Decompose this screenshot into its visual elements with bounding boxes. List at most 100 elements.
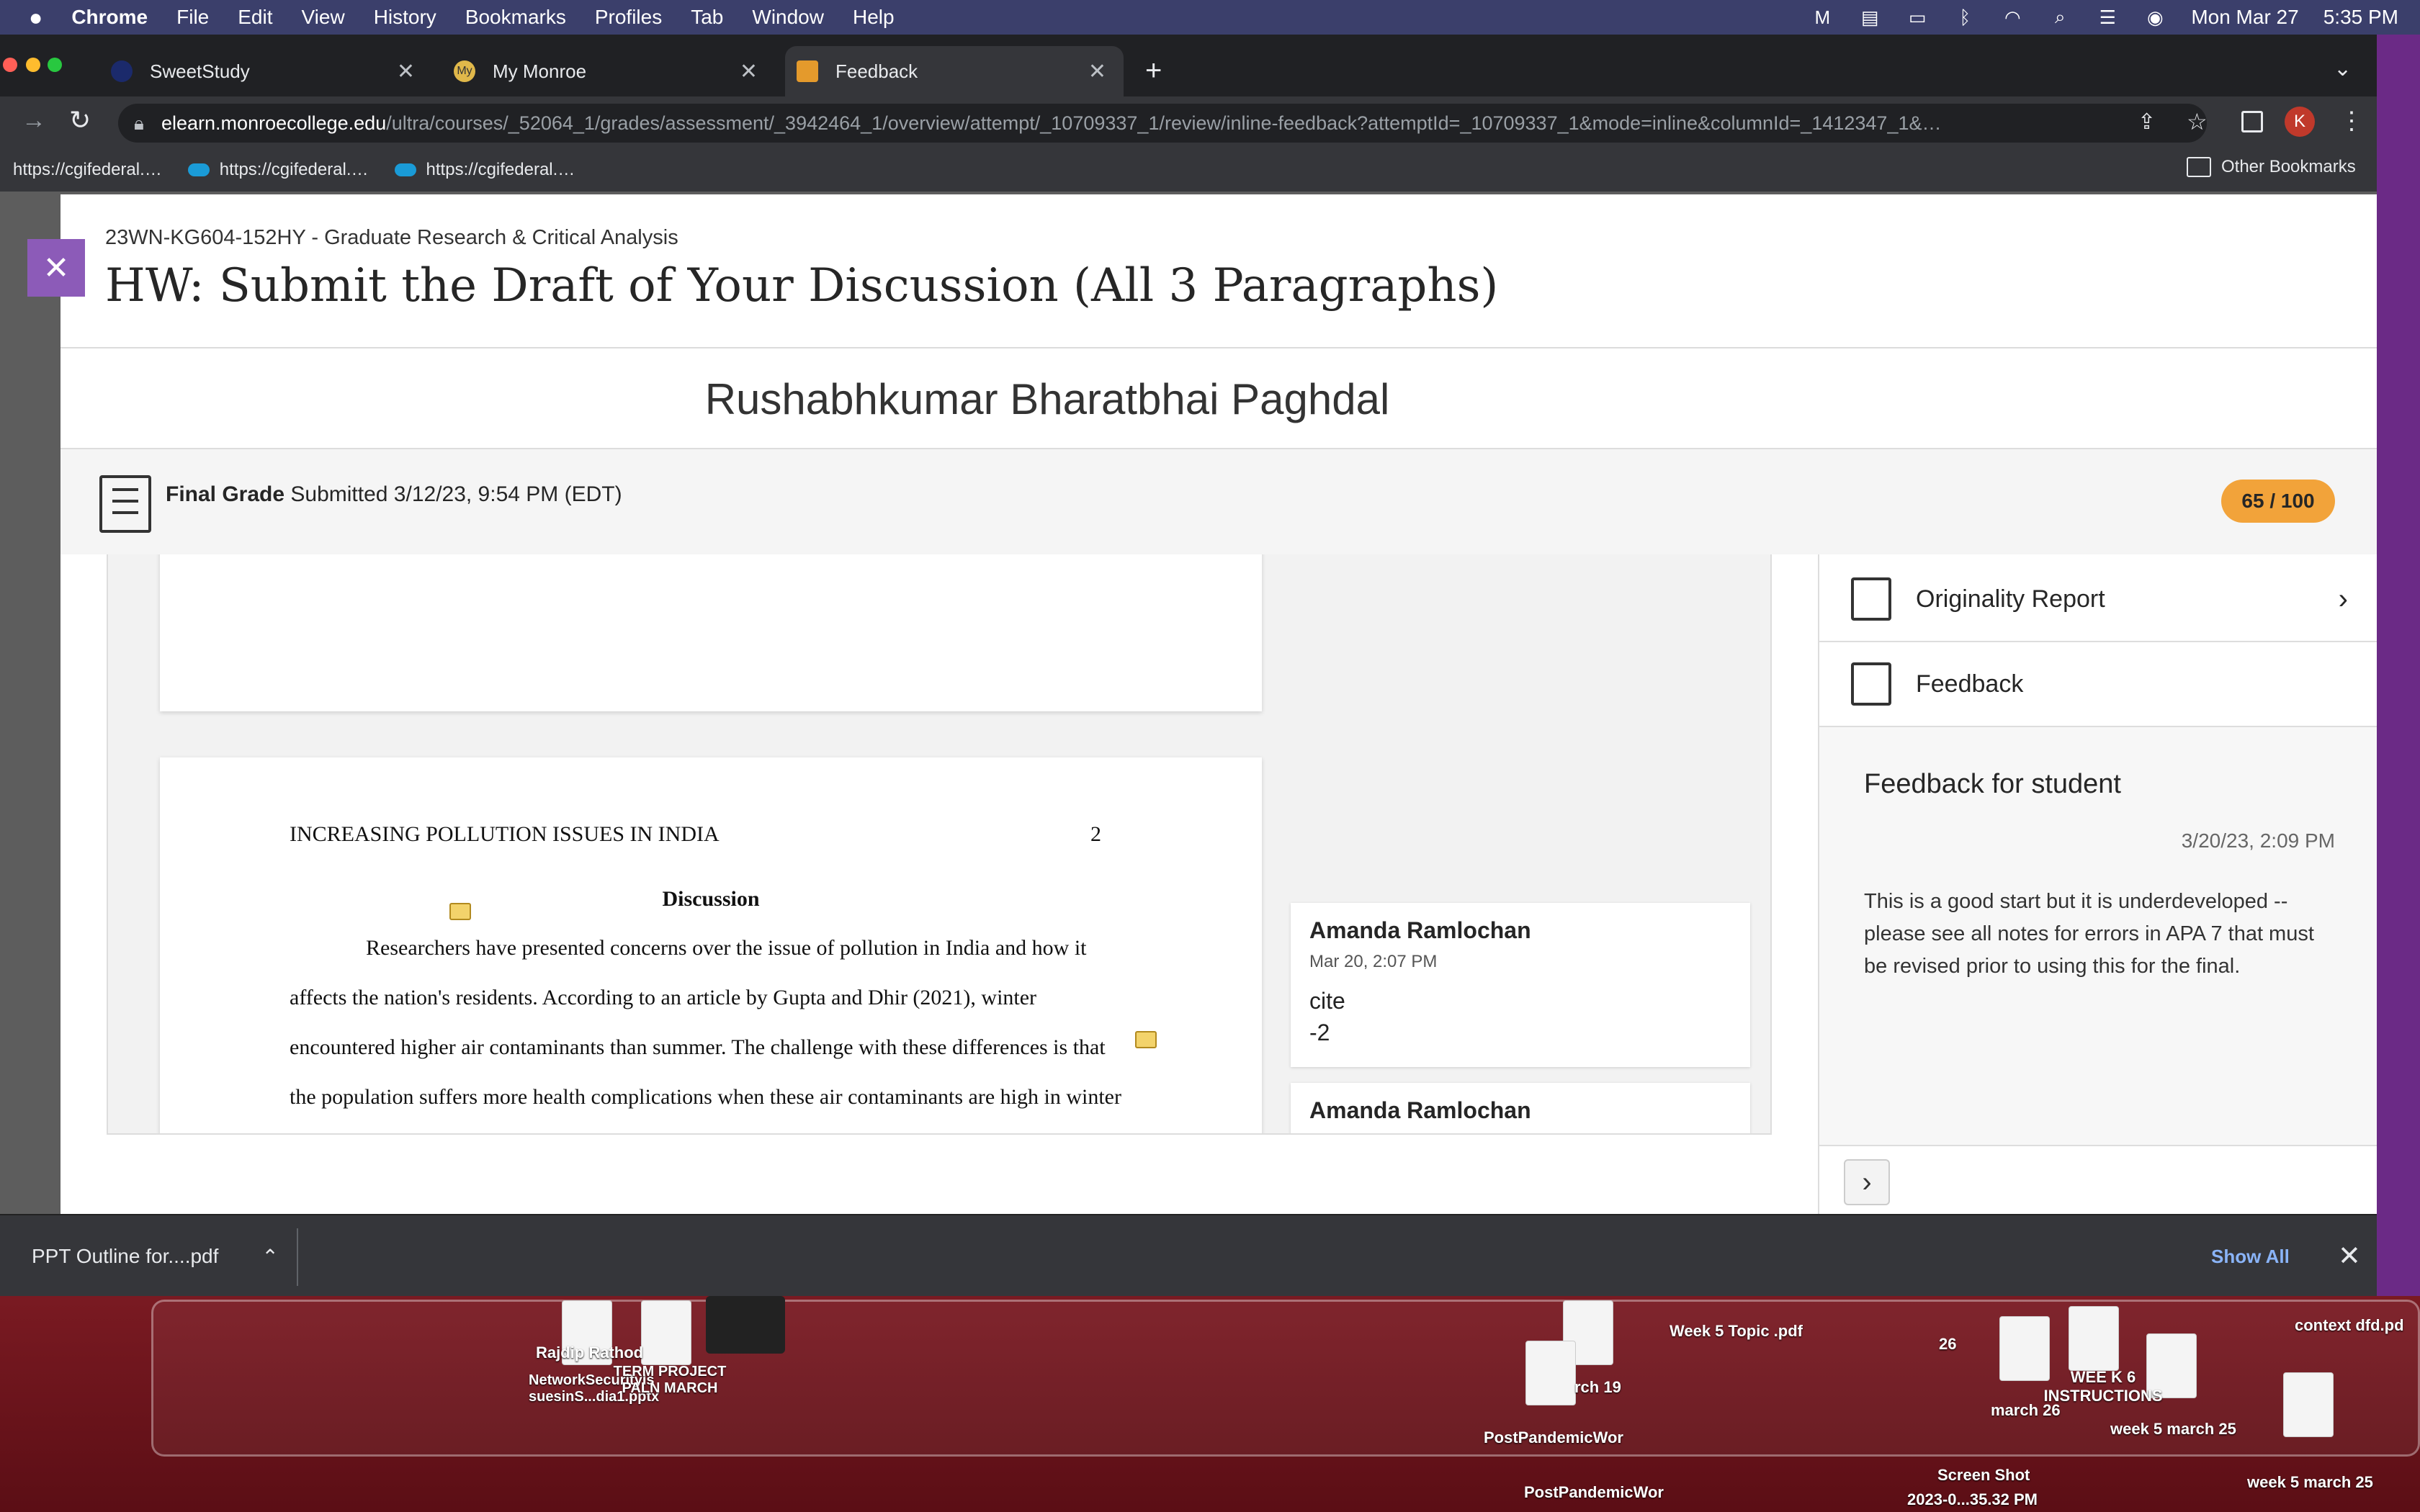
desktop-file-label[interactable]: PostPandemicWor	[1524, 1483, 1664, 1502]
reload-icon[interactable]: ↻	[69, 105, 91, 135]
url-path: /ultra/courses/_52064_1/grades/assessmen…	[386, 112, 1942, 134]
docx-file-icon[interactable]	[1525, 1341, 1576, 1405]
annotation-comment[interactable]: Amanda Ramlochan Mar 20, 2:07 PM cite -2	[1291, 903, 1750, 1067]
desktop-file-label[interactable]: week 5 march 25	[2247, 1473, 2373, 1492]
bluetooth-icon[interactable]: ᛒ	[1953, 6, 1976, 28]
download-item[interactable]: PPT Outline for....pdf ⌃	[0, 1231, 279, 1282]
close-icon[interactable]: ✕	[2338, 1240, 2361, 1272]
close-icon[interactable]: ✕	[740, 59, 758, 84]
spotlight-search-icon[interactable]: ⌕	[2048, 6, 2071, 27]
document-page	[160, 554, 1262, 711]
docx-file-icon[interactable]	[2283, 1372, 2334, 1437]
originality-report-row[interactable]: Originality Report ›	[1819, 557, 2377, 642]
flag-icon[interactable]: ▤	[1858, 6, 1881, 28]
apple-icon[interactable]: ●	[29, 4, 42, 31]
sweetstudy-favicon	[111, 60, 133, 82]
kebab-menu-icon[interactable]: ⋮	[2339, 107, 2364, 135]
score-badge[interactable]: 65 / 100	[2221, 480, 2335, 523]
menu-file[interactable]: File	[176, 6, 209, 29]
address-bar[interactable]: 🔒︎ elearn.monroecollege.edu/ultra/course…	[118, 104, 2207, 143]
menubar-date[interactable]: Mon Mar 27	[2191, 6, 2298, 29]
disk-image-icon[interactable]	[706, 1296, 785, 1354]
chevron-right-icon: ›	[2338, 582, 2348, 615]
menu-tab[interactable]: Tab	[691, 6, 723, 29]
grade-label: Final Grade	[166, 482, 285, 506]
desktop-file-label[interactable]: 26	[1939, 1335, 1956, 1354]
desktop-file-label[interactable]: context dfd.pd	[2295, 1316, 2404, 1335]
menu-app-name[interactable]: Chrome	[71, 6, 148, 29]
battery-icon[interactable]: ▭	[1906, 6, 1929, 28]
wifi-icon[interactable]: ◠	[2001, 6, 2024, 28]
menubar-time[interactable]: 5:35 PM	[2323, 6, 2398, 29]
desktop-file-label[interactable]: WEE K 6 INSTRUCTIONS	[2031, 1368, 2175, 1405]
show-all-button[interactable]: Show All	[2211, 1238, 2290, 1274]
close-panel-button[interactable]: ✕	[27, 239, 85, 297]
annotation-comment[interactable]: Amanda Ramlochan	[1291, 1083, 1750, 1133]
menu-bookmarks[interactable]: Bookmarks	[465, 6, 566, 29]
comment-date: Mar 20, 2:07 PM	[1309, 952, 1438, 971]
comment-text: cite	[1309, 988, 1345, 1014]
originality-label: Originality Report	[1916, 585, 2105, 613]
desktop-file-label[interactable]: 2023-0...35.32 PM	[1907, 1490, 2038, 1509]
bookmark-item[interactable]: https://cgifederal.…	[187, 160, 369, 180]
profile-avatar[interactable]: K	[2285, 107, 2315, 137]
page-number: 2	[1090, 822, 1101, 846]
window-minimize-button[interactable]	[26, 58, 40, 72]
tab-feedback[interactable]: Feedback ✕	[785, 46, 1124, 96]
other-bookmarks-label: Other Bookmarks	[2221, 157, 2356, 176]
tab-search-chevron-icon[interactable]: ⌄	[2334, 56, 2352, 81]
docx-file-icon[interactable]	[2069, 1306, 2119, 1371]
other-bookmarks[interactable]: Other Bookmarks	[2187, 157, 2356, 177]
feedback-text: This is a good start but it is underdeve…	[1864, 890, 2314, 978]
comment-text: -2	[1309, 1020, 1330, 1045]
window-close-button[interactable]	[3, 58, 17, 72]
mac-menubar: ● Chrome File Edit View History Bookmark…	[0, 0, 2420, 35]
tab-label: Feedback	[835, 60, 918, 82]
menu-profiles[interactable]: Profiles	[595, 6, 662, 29]
desktop-file-label[interactable]: PostPandemicWor	[1484, 1428, 1623, 1447]
tab-label: My Monroe	[493, 60, 587, 82]
close-icon[interactable]: ✕	[1088, 59, 1106, 84]
desktop-file-label[interactable]: Rajdip Rathod	[536, 1344, 643, 1362]
new-tab-icon[interactable]: +	[1145, 55, 1162, 87]
page-title: HW: Submit the Draft of Your Discussion …	[105, 259, 1499, 312]
desktop-file-label[interactable]: Week 5 Topic .pdf	[1670, 1322, 1803, 1341]
comment-marker-icon[interactable]	[1135, 1031, 1157, 1048]
lock-icon[interactable]: 🔒︎	[134, 112, 144, 135]
desktop-file-label[interactable]: rch 19	[1574, 1378, 1621, 1397]
docx-file-icon[interactable]	[641, 1300, 691, 1365]
feedback-date: 3/20/23, 2:09 PM	[2181, 829, 2335, 852]
download-filename: PPT Outline for....pdf	[32, 1245, 219, 1267]
chevron-up-icon[interactable]: ⌃	[261, 1245, 278, 1269]
menu-window[interactable]: Window	[752, 6, 824, 29]
desktop-right-edge	[2377, 35, 2420, 1296]
share-icon[interactable]: ⇪	[2138, 109, 2156, 135]
desktop-file-label[interactable]: Screen Shot	[1937, 1466, 2030, 1485]
running-head: INCREASING POLLUTION ISSUES IN INDIA	[290, 822, 720, 846]
bookmark-item[interactable]: https://cgifederal.…	[394, 160, 575, 180]
desktop-file-label[interactable]: week 5 march 25	[2110, 1420, 2236, 1439]
menu-help[interactable]: Help	[853, 6, 895, 29]
close-icon[interactable]: ✕	[397, 59, 415, 84]
tab-my-monroe[interactable]: My My Monroe ✕	[444, 46, 775, 96]
menu-history[interactable]: History	[374, 6, 436, 29]
bookmark-item[interactable]: https://cgifederal.…	[13, 160, 162, 180]
siri-icon[interactable]: ◉	[2143, 6, 2166, 28]
window-zoom-button[interactable]	[48, 58, 62, 72]
tab-sweetstudy[interactable]: SweetStudy ✕	[101, 46, 432, 96]
forward-arrow-icon[interactable]: →	[22, 107, 46, 135]
url-domain: elearn.monroecollege.edu	[161, 112, 387, 134]
desktop-file-label[interactable]: TERM PROJECT PALN MARCH	[605, 1364, 735, 1397]
next-button[interactable]: ›	[1844, 1159, 1890, 1205]
menu-view[interactable]: View	[302, 6, 345, 29]
rubric-checklist-icon	[99, 475, 151, 533]
control-center-icon[interactable]: ☰	[2096, 6, 2119, 28]
mymonroe-favicon: My	[454, 60, 475, 82]
feedback-icon	[1851, 662, 1891, 706]
malwarebytes-icon[interactable]: M	[1811, 6, 1834, 28]
document-viewer[interactable]: INCREASING POLLUTION ISSUES IN INDIA 2 D…	[107, 554, 1772, 1135]
menu-edit[interactable]: Edit	[238, 6, 272, 29]
bookmark-star-icon[interactable]: ☆	[2187, 108, 2208, 135]
side-panel-icon[interactable]	[2241, 111, 2263, 132]
feedback-row[interactable]: Feedback	[1819, 642, 2377, 727]
